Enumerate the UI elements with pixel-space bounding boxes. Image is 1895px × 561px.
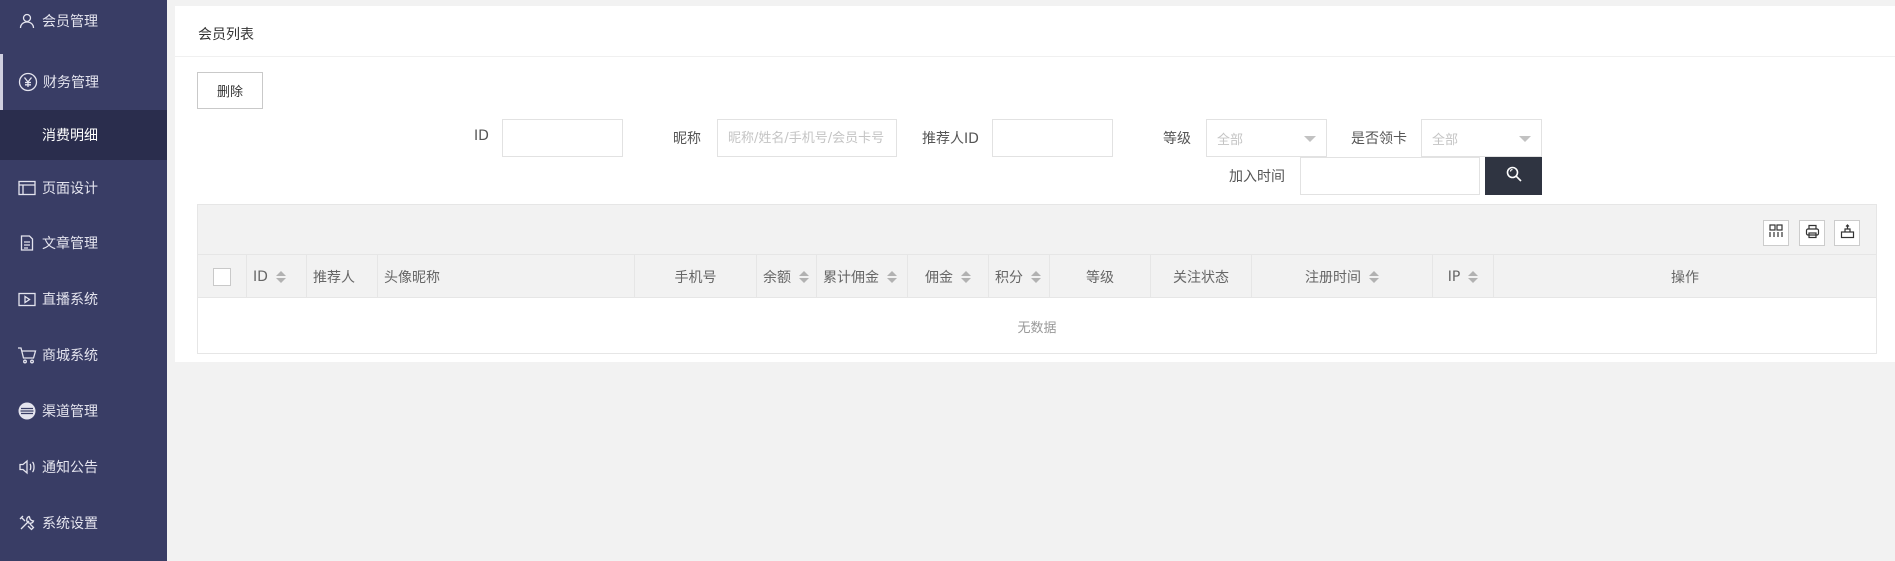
member-list-panel: 会员列表 删除 ID 昵称 推荐人ID 等级 全部 是否领卡 全部 加入时间 bbox=[175, 6, 1895, 362]
columns-filter-button[interactable] bbox=[1763, 220, 1789, 246]
empty-state-text: 无数据 bbox=[1017, 321, 1057, 336]
sidebar-item-channel-management[interactable]: 渠道管理 bbox=[0, 383, 167, 439]
yen-icon bbox=[17, 71, 39, 93]
column-label: 注册时间 bbox=[1305, 269, 1361, 286]
column-header-ip[interactable]: IP bbox=[1433, 255, 1494, 298]
sort-icon[interactable] bbox=[275, 270, 286, 283]
sort-icon[interactable] bbox=[1468, 270, 1479, 283]
user-icon bbox=[16, 10, 38, 32]
sort-icon[interactable] bbox=[1031, 270, 1041, 283]
cart-icon bbox=[16, 344, 38, 366]
sort-icon[interactable] bbox=[1369, 270, 1379, 283]
channel-icon bbox=[16, 400, 38, 422]
chevron-down-icon bbox=[1519, 136, 1531, 142]
columns-icon bbox=[1769, 224, 1783, 242]
speaker-icon bbox=[16, 456, 38, 478]
card-filter-label: 是否领卡 bbox=[1351, 131, 1407, 147]
sort-icon[interactable] bbox=[799, 270, 809, 283]
column-label: 等级 bbox=[1086, 269, 1114, 286]
column-label: 头像昵称 bbox=[384, 269, 440, 286]
print-button[interactable] bbox=[1799, 220, 1825, 246]
level-filter-label: 等级 bbox=[1163, 131, 1191, 147]
column-header-avatar-nickname: 头像昵称 bbox=[378, 255, 635, 298]
search-icon bbox=[1505, 165, 1523, 187]
sidebar-item-mall-system[interactable]: 商城系统 bbox=[0, 327, 167, 383]
sidebar-item-label: 渠道管理 bbox=[42, 404, 98, 420]
sidebar-item-label: 系统设置 bbox=[42, 516, 98, 532]
column-header-register-time[interactable]: 注册时间 bbox=[1252, 255, 1433, 298]
column-label: 累计佣金 bbox=[823, 269, 879, 286]
sidebar: 会员管理 财务管理 消费明细 页面设计 文章管理 直播系统 商城系统 渠道管理 … bbox=[0, 0, 167, 561]
member-table: ID 推荐人 头像昵称 手机号 余额 累计佣金 佣金 积分 等级 关注状态 注册… bbox=[197, 204, 1877, 354]
panel-divider bbox=[175, 56, 1895, 57]
sidebar-item-label: 商城系统 bbox=[42, 348, 98, 364]
column-header-referrer: 推荐人 bbox=[307, 255, 378, 298]
sidebar-item-live-system[interactable]: 直播系统 bbox=[0, 271, 167, 327]
card-filter-select[interactable]: 全部 bbox=[1421, 119, 1542, 157]
id-filter-label: ID bbox=[474, 128, 489, 144]
document-icon bbox=[16, 232, 38, 254]
sidebar-item-article-management[interactable]: 文章管理 bbox=[0, 215, 167, 271]
sidebar-item-label: 文章管理 bbox=[42, 236, 98, 252]
level-select-value: 全部 bbox=[1217, 132, 1244, 148]
column-header-balance[interactable]: 余额 bbox=[757, 255, 817, 298]
search-button[interactable] bbox=[1485, 157, 1542, 195]
layout-icon bbox=[16, 177, 38, 199]
column-label: IP bbox=[1447, 268, 1461, 285]
column-label: 手机号 bbox=[674, 269, 717, 286]
column-header-follow-status: 关注状态 bbox=[1151, 255, 1252, 298]
card-select-value: 全部 bbox=[1432, 132, 1459, 148]
column-header-points[interactable]: 积分 bbox=[989, 255, 1050, 298]
sidebar-item-label: 直播系统 bbox=[42, 292, 98, 308]
sort-icon[interactable] bbox=[961, 270, 971, 283]
column-label: 操作 bbox=[1671, 269, 1699, 286]
select-all-cell bbox=[198, 255, 247, 298]
column-label: ID bbox=[253, 268, 268, 285]
column-label: 关注状态 bbox=[1173, 269, 1229, 286]
column-header-commission[interactable]: 佣金 bbox=[908, 255, 989, 298]
sidebar-item-finance-management[interactable]: 财务管理 bbox=[0, 54, 167, 110]
referrer-id-filter-label: 推荐人ID bbox=[922, 131, 979, 147]
column-header-level: 等级 bbox=[1050, 255, 1151, 298]
column-label: 推荐人 bbox=[313, 269, 355, 286]
sidebar-subitem-consumption-details[interactable]: 消费明细 bbox=[0, 110, 167, 160]
column-label: 佣金 bbox=[925, 269, 953, 286]
column-header-id[interactable]: ID bbox=[247, 255, 307, 298]
table-toolbar bbox=[198, 205, 1876, 255]
sidebar-subitem-label: 消费明细 bbox=[42, 128, 98, 144]
column-header-total-commission[interactable]: 累计佣金 bbox=[817, 255, 908, 298]
level-filter-select[interactable]: 全部 bbox=[1206, 119, 1327, 157]
sort-icon[interactable] bbox=[887, 270, 897, 283]
nickname-filter-input[interactable] bbox=[717, 119, 897, 157]
chevron-down-icon bbox=[1304, 136, 1316, 142]
sidebar-item-member-management[interactable]: 会员管理 bbox=[0, 0, 167, 42]
sidebar-item-notice-announcement[interactable]: 通知公告 bbox=[0, 439, 167, 495]
delete-button[interactable]: 删除 bbox=[197, 72, 263, 109]
referrer-id-filter-input[interactable] bbox=[992, 119, 1113, 157]
sidebar-item-label: 通知公告 bbox=[42, 460, 98, 476]
tools-icon bbox=[16, 512, 38, 534]
sidebar-item-page-design[interactable]: 页面设计 bbox=[0, 160, 167, 216]
nickname-filter-label: 昵称 bbox=[673, 131, 701, 147]
column-header-actions: 操作 bbox=[1494, 255, 1876, 298]
table-header: ID 推荐人 头像昵称 手机号 余额 累计佣金 佣金 积分 等级 关注状态 注册… bbox=[198, 255, 1876, 298]
video-icon bbox=[16, 288, 38, 310]
print-icon bbox=[1805, 224, 1820, 243]
export-icon bbox=[1840, 223, 1855, 243]
export-button[interactable] bbox=[1834, 220, 1860, 246]
join-time-filter-input[interactable] bbox=[1300, 157, 1480, 195]
column-header-phone: 手机号 bbox=[635, 255, 757, 298]
column-label: 积分 bbox=[995, 269, 1023, 286]
sidebar-item-system-settings[interactable]: 系统设置 bbox=[0, 495, 167, 551]
sidebar-item-label: 页面设计 bbox=[42, 181, 98, 197]
select-all-checkbox[interactable] bbox=[213, 267, 231, 286]
panel-title: 会员列表 bbox=[198, 27, 254, 43]
column-label: 余额 bbox=[763, 269, 791, 286]
id-filter-input[interactable] bbox=[502, 119, 623, 157]
join-time-filter-label: 加入时间 bbox=[1229, 169, 1285, 185]
sidebar-item-label: 会员管理 bbox=[42, 14, 98, 30]
sidebar-item-label: 财务管理 bbox=[43, 75, 99, 91]
